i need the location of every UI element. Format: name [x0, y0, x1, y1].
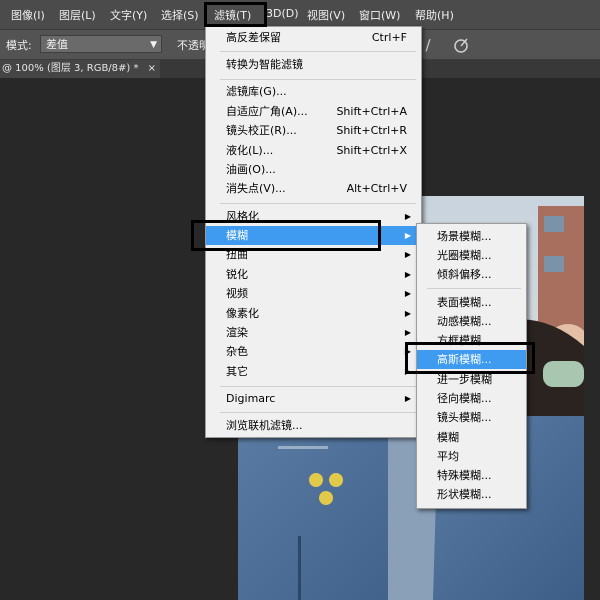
submenu-item-shape-blur[interactable]: 形状模糊...	[417, 485, 526, 504]
menu-separator	[220, 79, 416, 80]
chevron-right-icon: ▶	[404, 289, 411, 298]
menu-item-sharpen[interactable]: 锐化 ▶	[206, 265, 421, 284]
close-icon[interactable]: ×	[148, 60, 156, 78]
menu-item-render[interactable]: 渲染 ▶	[206, 323, 421, 342]
menu-item-convert-smart-filter[interactable]: 转换为智能滤镜	[206, 55, 421, 74]
submenu-item-smart-blur[interactable]: 特殊模糊...	[417, 466, 526, 485]
chevron-right-icon: ▶	[404, 328, 411, 337]
submenu-item-blur[interactable]: 模糊	[417, 428, 526, 447]
submenu-item-surface-blur[interactable]: 表面模糊...	[417, 293, 526, 312]
menu-item-filter-gallery[interactable]: 滤镜库(G)...	[206, 82, 421, 101]
menu-item-browse-online-filters[interactable]: 浏览联机滤镜...	[206, 416, 421, 435]
submenu-item-average[interactable]: 平均	[417, 447, 526, 466]
menu-separator	[220, 203, 416, 204]
menu-item-video[interactable]: 视频 ▶	[206, 284, 421, 303]
chevron-right-icon: ▶	[404, 212, 411, 221]
submenu-item-motion-blur[interactable]: 动感模糊...	[417, 312, 526, 331]
submenu-item-lens-blur[interactable]: 镜头模糊...	[417, 408, 526, 427]
menu-item-liquify[interactable]: 液化(L)... Shift+Ctrl+X	[206, 141, 421, 160]
submenu-item-iris-blur[interactable]: 光圈模糊...	[417, 246, 526, 265]
menu-item-oil-paint[interactable]: 油画(O)...	[206, 160, 421, 179]
menu-item-digimarc[interactable]: Digimarc ▶	[206, 389, 421, 408]
menu-help[interactable]: 帮助(H)	[415, 7, 454, 23]
menu-separator	[220, 412, 416, 413]
menu-layer[interactable]: 图层(L)	[59, 7, 96, 23]
mode-label: 模式:	[6, 39, 32, 52]
menu-item-lens-correction[interactable]: 镜头校正(R)... Shift+Ctrl+R	[206, 121, 421, 140]
submenu-item-radial-blur[interactable]: 径向模糊...	[417, 389, 526, 408]
menu-item-other[interactable]: 其它 ▶	[206, 362, 421, 381]
menu-separator	[220, 51, 416, 52]
annotation-box-gaussian-blur	[405, 342, 535, 374]
menu-separator	[220, 386, 416, 387]
blend-mode-select[interactable]: 差值 ▼	[40, 35, 162, 53]
menu-item-noise[interactable]: 杂色 ▶	[206, 342, 421, 361]
chevron-right-icon: ▶	[404, 270, 411, 279]
menu-separator	[427, 288, 521, 289]
menu-view[interactable]: 视图(V)	[307, 7, 345, 23]
menu-item-high-pass[interactable]: 高反差保留 Ctrl+F	[206, 28, 421, 47]
chevron-down-icon: ▼	[150, 40, 157, 50]
menu-window[interactable]: 窗口(W)	[359, 7, 400, 23]
menu-item-adaptive-wide-angle[interactable]: 自适应广角(A)... Shift+Ctrl+A	[206, 102, 421, 121]
menu-select[interactable]: 选择(S)	[161, 7, 199, 23]
menu-item-pixelate[interactable]: 像素化 ▶	[206, 304, 421, 323]
menu-image[interactable]: 图像(I)	[11, 7, 45, 23]
submenu-item-field-blur[interactable]: 场景模糊...	[417, 227, 526, 246]
document-title: @ 100% (图层 3, RGB/8#) *	[2, 63, 139, 74]
chevron-right-icon: ▶	[404, 309, 411, 318]
annotation-box-filter-menu	[204, 2, 267, 27]
menu-3d[interactable]: 3D(D)	[266, 7, 299, 20]
menu-item-vanishing-point[interactable]: 消失点(V)... Alt+Ctrl+V	[206, 179, 421, 198]
chevron-right-icon: ▶	[404, 250, 411, 259]
blend-mode-value: 差值	[46, 38, 68, 51]
menu-type[interactable]: 文字(Y)	[110, 7, 147, 23]
chevron-right-icon: ▶	[404, 231, 411, 240]
annotation-box-blur	[191, 220, 381, 251]
chevron-right-icon: ▶	[404, 394, 411, 403]
document-tab[interactable]: @ 100% (图层 3, RGB/8#) * ×	[0, 60, 160, 78]
submenu-item-tilt-shift[interactable]: 倾斜偏移...	[417, 265, 526, 284]
pressure-icon[interactable]	[452, 36, 470, 54]
